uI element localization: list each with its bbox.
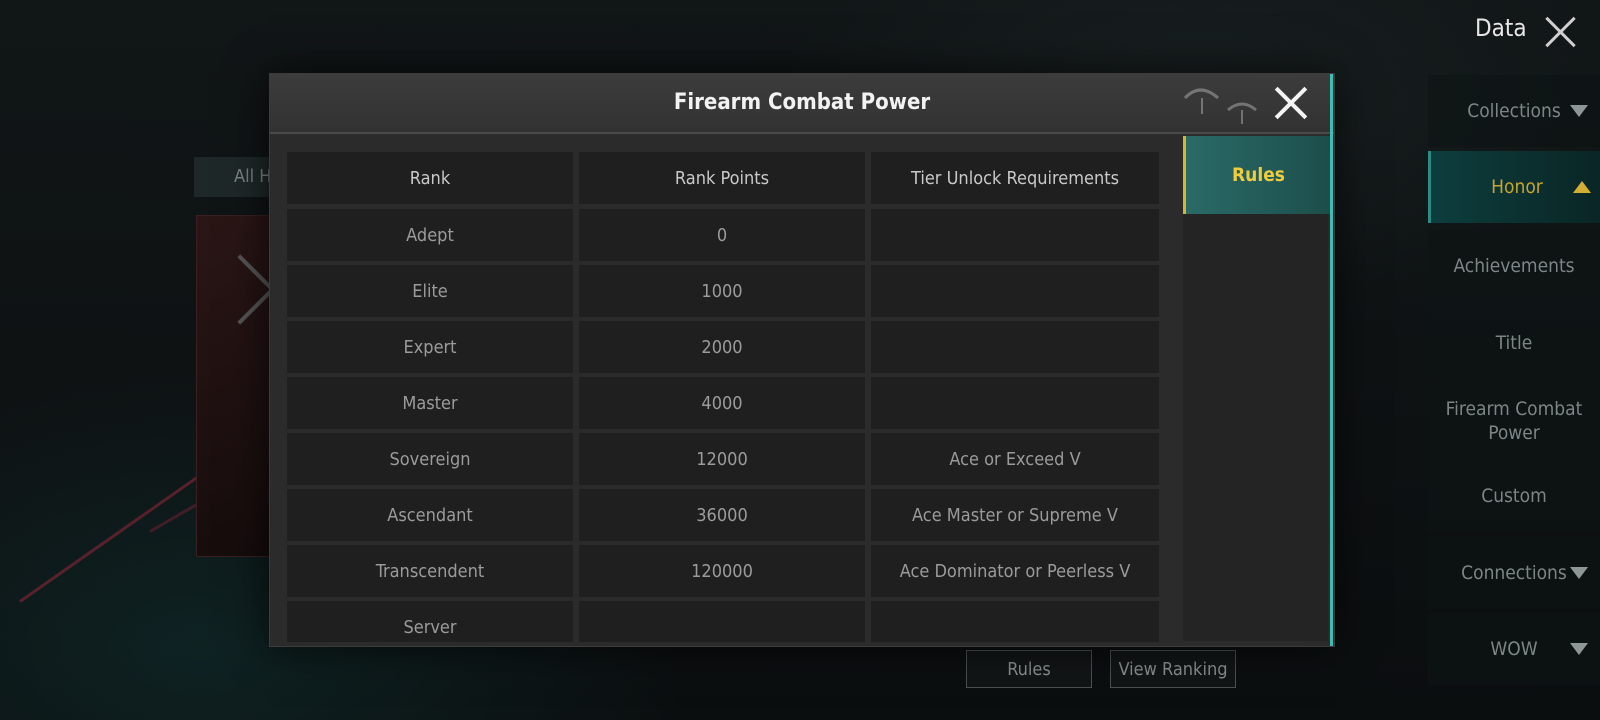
table-row: Sovereign 12000 Ace or Exceed V bbox=[287, 433, 1159, 485]
sidebar-item-label: WOW bbox=[1490, 638, 1538, 660]
chevron-down-icon bbox=[1570, 643, 1588, 655]
table-cell: Server bbox=[287, 601, 573, 642]
table-cell: Elite bbox=[287, 265, 573, 317]
view-ranking-button[interactable]: View Ranking bbox=[1110, 650, 1236, 688]
table-row: Ascendant 36000 Ace Master or Supreme V bbox=[287, 489, 1159, 541]
table-cell: 120000 bbox=[579, 545, 865, 597]
table-cell: Ace Master or Supreme V bbox=[871, 489, 1159, 541]
sidebar-item-honor[interactable]: Honor bbox=[1428, 151, 1600, 223]
sidebar-item-collections[interactable]: Collections bbox=[1428, 75, 1600, 147]
sidebar-item-label: Firearm Combat Power bbox=[1445, 398, 1583, 444]
table-cell bbox=[871, 265, 1159, 317]
table-cell bbox=[871, 209, 1159, 261]
sidebar-item-label: Title bbox=[1495, 332, 1533, 354]
dialog-title: Firearm Combat Power bbox=[673, 90, 931, 115]
sidebar-item-label: Custom bbox=[1481, 485, 1547, 507]
table-cell: Master bbox=[287, 377, 573, 429]
table-row: Adept 0 bbox=[287, 209, 1159, 261]
table-cell: Transcendent bbox=[287, 545, 573, 597]
dialog-edge-accent bbox=[1330, 74, 1333, 646]
table-cell: 2000 bbox=[579, 321, 865, 373]
sidebar-item-label: Achievements bbox=[1453, 255, 1575, 277]
table-row: Elite 1000 bbox=[287, 265, 1159, 317]
screen: Data Collections Honor Achievements Titl… bbox=[0, 0, 1600, 720]
table-cell bbox=[871, 321, 1159, 373]
table-cell: Ace or Exceed V bbox=[871, 433, 1159, 485]
table-header-cell: Tier Unlock Requirements bbox=[871, 152, 1159, 204]
table-cell: 12000 bbox=[579, 433, 865, 485]
table-row: Master 4000 bbox=[287, 377, 1159, 429]
sidebar-item-label: Honor bbox=[1491, 176, 1543, 198]
sidebar-item-achievements[interactable]: Achievements bbox=[1428, 230, 1600, 302]
table-row: Expert 2000 bbox=[287, 321, 1159, 373]
table-cell bbox=[871, 377, 1159, 429]
table-header-cell: Rank bbox=[287, 152, 573, 204]
table-cell: Adept bbox=[287, 209, 573, 261]
dialog-side-panel: Rules bbox=[1183, 136, 1331, 641]
table-header-cell: Rank Points bbox=[579, 152, 865, 204]
table-cell: 36000 bbox=[579, 489, 865, 541]
chevron-up-icon bbox=[1573, 181, 1591, 193]
sidebar-item-title[interactable]: Title bbox=[1428, 307, 1600, 379]
chevron-down-icon bbox=[1570, 105, 1588, 117]
sidebar-item-firearm-combat-power[interactable]: Firearm Combat Power bbox=[1428, 381, 1600, 461]
table-cell: Sovereign bbox=[287, 433, 573, 485]
chevron-down-icon bbox=[1570, 567, 1588, 579]
table-row: Transcendent 120000 Ace Dominator or Pee… bbox=[287, 545, 1159, 597]
tab-rules[interactable]: Rules bbox=[1183, 136, 1331, 214]
parachute-icon bbox=[1183, 88, 1257, 124]
sidebar-item-label: Connections bbox=[1461, 562, 1567, 584]
page-title: Data bbox=[1475, 14, 1527, 42]
table-cell bbox=[579, 601, 865, 642]
sidebar-item-custom[interactable]: Custom bbox=[1428, 460, 1600, 532]
table-cell: 0 bbox=[579, 209, 865, 261]
dialog-close-icon[interactable] bbox=[1272, 84, 1310, 122]
table-header-row: Rank Rank Points Tier Unlock Requirement… bbox=[287, 152, 1159, 204]
background-rules-button[interactable]: Rules bbox=[966, 650, 1092, 688]
table-cell: Expert bbox=[287, 321, 573, 373]
table-cell: Ace Dominator or Peerless V bbox=[871, 545, 1159, 597]
sidebar-item-connections[interactable]: Connections bbox=[1428, 537, 1600, 609]
table-row: Server bbox=[287, 601, 1159, 642]
sidebar-item-wow[interactable]: WOW bbox=[1428, 613, 1600, 685]
table-cell: 4000 bbox=[579, 377, 865, 429]
firearm-combat-power-dialog: Firearm Combat Power Rank Rank Points Ti… bbox=[269, 73, 1335, 647]
dialog-header: Firearm Combat Power bbox=[270, 74, 1334, 134]
rank-table: Rank Rank Points Tier Unlock Requirement… bbox=[287, 152, 1159, 642]
table-cell bbox=[871, 601, 1159, 642]
close-icon[interactable] bbox=[1542, 12, 1578, 48]
sidebar-item-label: Collections bbox=[1467, 100, 1561, 122]
table-cell: 1000 bbox=[579, 265, 865, 317]
table-cell: Ascendant bbox=[287, 489, 573, 541]
